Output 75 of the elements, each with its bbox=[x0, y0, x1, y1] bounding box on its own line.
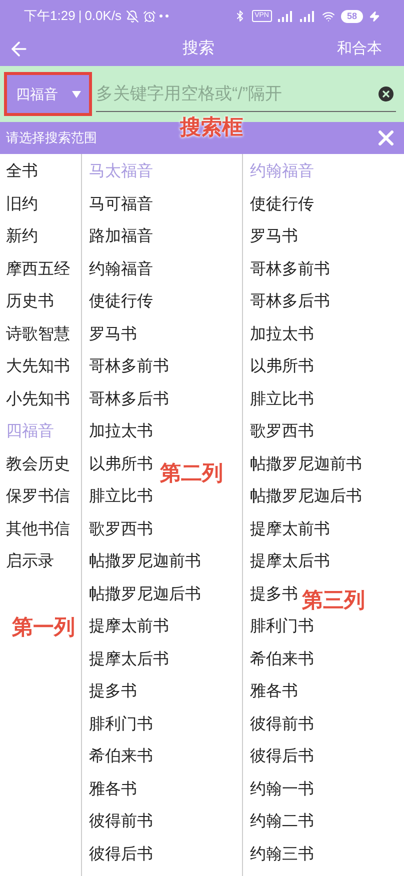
battery-badge: 58 bbox=[340, 10, 363, 22]
scope-item[interactable]: 提摩太前书 bbox=[250, 514, 330, 546]
scope-item[interactable]: 马可福音 bbox=[89, 188, 153, 221]
scope-item[interactable]: 腓利门书 bbox=[250, 611, 314, 644]
scope-item[interactable]: 摩西五经 bbox=[6, 254, 70, 286]
scope-item[interactable]: 路加福音 bbox=[89, 221, 153, 254]
network-speed: 0.0K/s bbox=[84, 7, 122, 26]
scope-item[interactable]: 使徒行传 bbox=[89, 286, 153, 318]
scope-item[interactable]: 新约 bbox=[6, 221, 38, 254]
scope-item[interactable]: 提多书 bbox=[89, 676, 137, 708]
scope-item[interactable]: 哥林多前书 bbox=[89, 351, 169, 384]
scope-item[interactable]: 腓立比书 bbox=[250, 384, 314, 416]
scope-item[interactable]: 提摩太后书 bbox=[250, 546, 330, 578]
search-field[interactable]: 多关键字用空格或“/”隔开 bbox=[96, 76, 396, 112]
scope-item[interactable]: 彼得前书 bbox=[89, 806, 153, 838]
scope-item[interactable]: 约翰二书 bbox=[250, 806, 314, 838]
wifi-icon bbox=[322, 10, 335, 22]
search-input[interactable]: 多关键字用空格或“/”隔开 bbox=[96, 80, 376, 106]
scope-item[interactable]: 哥林多后书 bbox=[250, 286, 330, 318]
annotation-label: 第一列 bbox=[12, 615, 75, 641]
scope-item[interactable]: 歌罗西书 bbox=[250, 416, 314, 448]
status-time: 下午1:29 bbox=[24, 7, 76, 26]
scope-item[interactable]: 诗歌智慧 bbox=[6, 318, 70, 351]
scope-item[interactable]: 帖撒罗尼迦后书 bbox=[250, 481, 362, 514]
scope-item[interactable]: 其他书信 bbox=[6, 514, 70, 546]
scope-item[interactable]: 加拉太书 bbox=[89, 416, 153, 448]
scope-item[interactable]: 以弗所书 bbox=[89, 448, 153, 481]
scope-item[interactable]: 希伯来书 bbox=[89, 741, 153, 774]
scope-item[interactable]: 以弗所书 bbox=[250, 351, 314, 384]
scope-item[interactable]: 教会历史 bbox=[6, 448, 70, 481]
scope-item[interactable]: 使徒行传 bbox=[250, 188, 314, 221]
scope-item[interactable]: 保罗书信 bbox=[6, 481, 70, 514]
scope-item[interactable]: 帖撒罗尼迦后书 bbox=[89, 578, 201, 611]
scope-item[interactable]: 提多书 bbox=[250, 578, 298, 611]
annotation-label: 第二列 bbox=[160, 461, 223, 487]
caret-icon bbox=[72, 90, 81, 98]
scope-item[interactable]: 大先知书 bbox=[6, 351, 70, 384]
scope-bar-title: 请选择搜索范围 bbox=[6, 129, 98, 148]
annotation-label: 第三列 bbox=[302, 588, 365, 614]
scope-item[interactable]: 罗马书 bbox=[250, 221, 298, 254]
toolbar-title: 搜索 bbox=[182, 38, 216, 59]
scope-item[interactable]: 雅各书 bbox=[250, 676, 298, 708]
scope-item[interactable]: 彼得前书 bbox=[250, 708, 314, 741]
scope-item[interactable]: 全书 bbox=[6, 156, 38, 188]
clear-icon[interactable] bbox=[376, 84, 396, 104]
mute-icon bbox=[126, 10, 139, 22]
scope-item[interactable]: 彼得后书 bbox=[89, 838, 153, 871]
scope-item[interactable]: 加拉太书 bbox=[250, 318, 314, 351]
scope-item[interactable]: 启示录 bbox=[6, 546, 54, 578]
scope-item[interactable]: 帖撒罗尼迦前书 bbox=[89, 546, 201, 578]
alarm-icon bbox=[142, 10, 156, 22]
scope-item[interactable]: 小先知书 bbox=[6, 384, 70, 416]
status-separator: | bbox=[78, 7, 82, 26]
scope-item[interactable]: 罗马书 bbox=[89, 318, 137, 351]
signal-icon bbox=[278, 10, 294, 22]
more-dots-icon bbox=[158, 14, 169, 18]
charging-icon bbox=[369, 10, 380, 22]
scope-item[interactable]: 约翰三书 bbox=[250, 838, 314, 871]
scope-item[interactable]: 腓立比书 bbox=[89, 481, 153, 514]
scope-item[interactable]: 哥林多前书 bbox=[250, 254, 330, 286]
scope-item[interactable]: 历史书 bbox=[6, 286, 54, 318]
signal-icon bbox=[300, 10, 316, 22]
scope-item[interactable]: 腓利门书 bbox=[89, 708, 153, 741]
scope-item[interactable]: 旧约 bbox=[6, 188, 38, 221]
scope-item[interactable]: 彼得后书 bbox=[250, 741, 314, 774]
scope-item[interactable]: 帖撒罗尼迦前书 bbox=[250, 448, 362, 481]
scope-item[interactable]: 提摩太前书 bbox=[89, 611, 169, 644]
scope-item[interactable]: 约翰福音 bbox=[89, 254, 153, 286]
scope-item[interactable]: 雅各书 bbox=[89, 774, 137, 806]
scope-item[interactable]: 哥林多后书 bbox=[89, 384, 169, 416]
scope-item[interactable]: 约翰一书 bbox=[250, 774, 314, 806]
annotation-label: 搜索框 bbox=[180, 115, 243, 141]
scope-item[interactable]: 提摩太后书 bbox=[89, 644, 169, 676]
scope-item[interactable]: 希伯来书 bbox=[250, 644, 314, 676]
scope-item[interactable]: 歌罗西书 bbox=[89, 514, 153, 546]
